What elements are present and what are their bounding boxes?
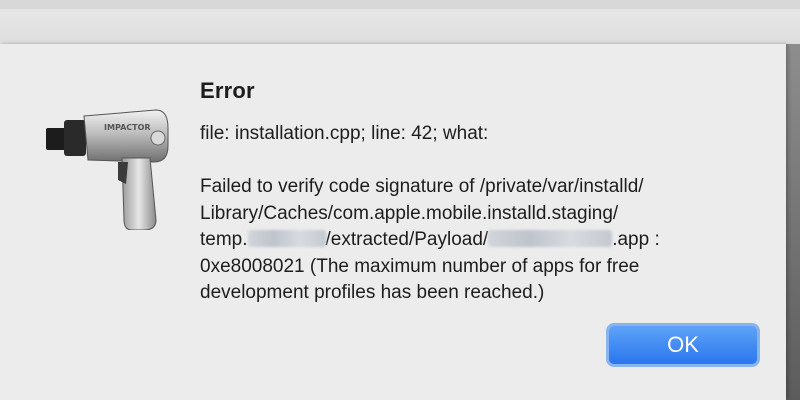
redacted-text-block [247, 230, 326, 247]
dialog-title: Error [200, 78, 255, 103]
background-window [0, 0, 800, 45]
background-window-edge [0, 0, 800, 9]
error-location-text: file: installation.cpp; line: 42; what: [200, 123, 489, 144]
message-line: development profiles has been reached.) [200, 282, 545, 303]
message-line: Library/Caches/com.apple.mobile.installd… [200, 202, 619, 224]
impact-wrench-icon: IMPACTOR [40, 80, 172, 231]
ok-button[interactable]: OK [606, 323, 760, 367]
message-temp-prefix: temp. [200, 229, 248, 250]
error-message: Failed to verify code signature of /priv… [200, 174, 760, 307]
redacted-text-block [488, 230, 613, 247]
message-path-middle: /extracted/Payload/ [325, 229, 489, 250]
message-line: 0xe8008021 (The maximum number of apps f… [200, 255, 640, 277]
message-line: temp. /extracted/Payload/ .app : [200, 227, 760, 254]
message-line: Failed to verify code signature of /priv… [200, 176, 644, 197]
error-dialog: IMPACTOR Error file: installation.cpp; l… [0, 44, 786, 400]
svg-text:IMPACTOR: IMPACTOR [104, 123, 151, 132]
message-app-suffix: .app : [612, 229, 660, 250]
background-window-right-edge [785, 44, 800, 400]
